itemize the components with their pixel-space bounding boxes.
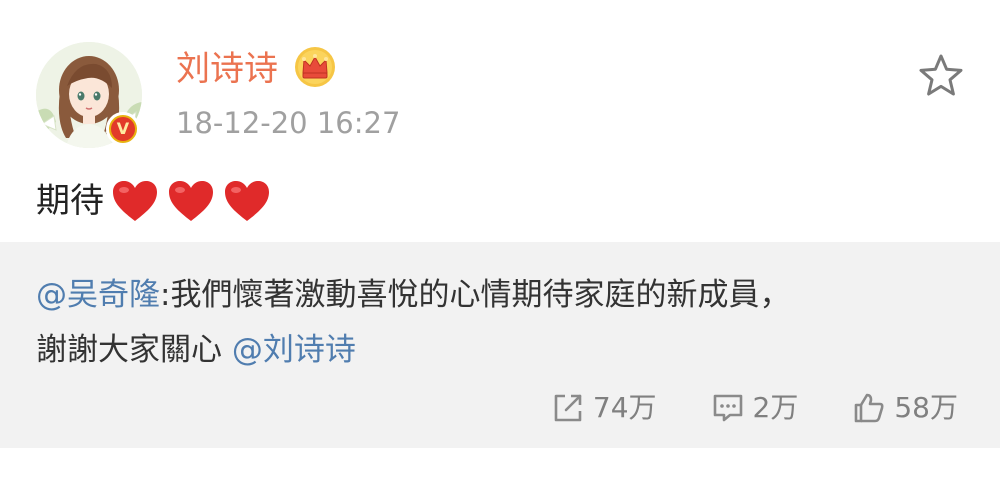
repost-body-line2: 謝謝大家關心 xyxy=(36,332,232,368)
weibo-post: V 刘诗诗 18-12-20 16:27 期待 @吴奇隆:我們懷著激動喜悅的心情… xyxy=(0,0,1000,492)
comment-button[interactable]: 2万 xyxy=(711,391,799,425)
thumbs-up-icon xyxy=(855,393,884,423)
like-count: 58万 xyxy=(894,391,958,424)
comment-icon xyxy=(713,394,742,422)
reposted-content[interactable]: @吴奇隆:我們懷著激動喜悅的心情期待家庭的新成員， 謝謝大家關心 @刘诗诗 74万 xyxy=(0,242,1000,448)
mention-link[interactable]: @刘诗诗 xyxy=(232,332,356,368)
post-text: 期待 xyxy=(36,178,272,224)
post-timestamp: 18-12-20 16:27 xyxy=(176,106,401,140)
avatar[interactable]: V xyxy=(36,42,142,148)
post-text-content: 期待 xyxy=(36,181,104,221)
repost-actions: 74万 2万 58万 xyxy=(497,388,958,428)
mention-link[interactable]: @吴奇隆 xyxy=(36,277,160,313)
like-button[interactable]: 58万 xyxy=(852,391,958,425)
heart-icon xyxy=(113,181,157,221)
verified-label: V xyxy=(111,117,135,141)
heart-icon xyxy=(169,181,213,221)
heart-icon xyxy=(225,181,269,221)
repost-text: @吴奇隆:我們懷著激動喜悅的心情期待家庭的新成員， 謝謝大家關心 @刘诗诗 xyxy=(36,268,966,378)
repost-body: :我們懷著激動喜悅的心情期待家庭的新成員， xyxy=(160,277,791,313)
share-icon xyxy=(554,394,582,422)
verified-v-icon: V xyxy=(106,112,140,146)
repost-button[interactable]: 74万 xyxy=(551,391,657,425)
user-name[interactable]: 刘诗诗 xyxy=(176,47,278,91)
star-icon[interactable] xyxy=(917,52,965,100)
comment-count: 2万 xyxy=(752,391,799,424)
crown-icon xyxy=(295,47,335,87)
repost-count: 74万 xyxy=(592,391,657,424)
